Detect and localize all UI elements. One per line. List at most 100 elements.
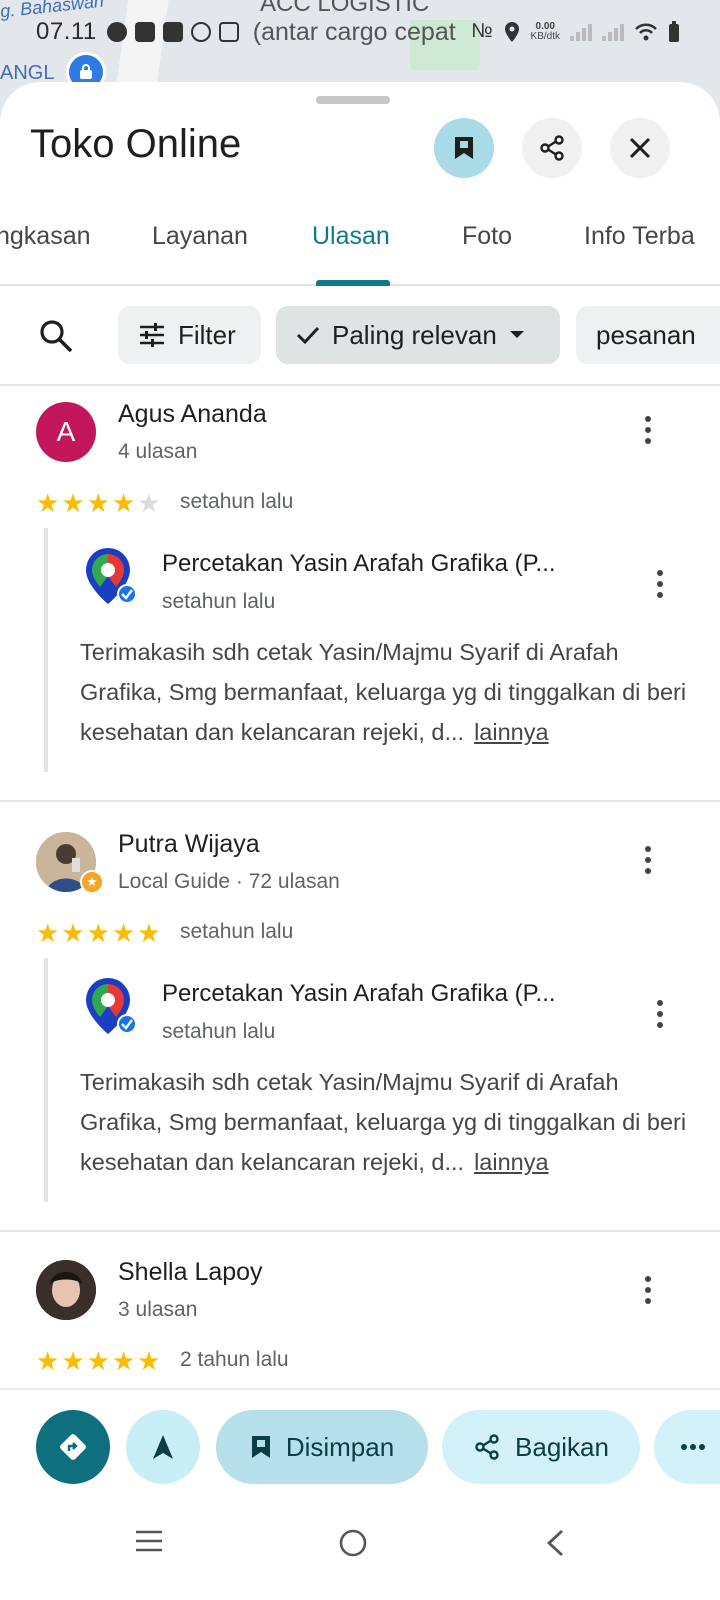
- review-item: ★ Putra Wijaya Local Guide · 72 ulasan ★…: [0, 802, 720, 1232]
- rating-stars: ★ ★ ★ ★ ★: [36, 490, 161, 516]
- notification-icons: [106, 22, 239, 42]
- place-title: Toko Online: [30, 122, 242, 166]
- review-filter-bar: Filter Paling relevan pesanan: [0, 286, 720, 386]
- filter-chip-label: Filter: [178, 319, 236, 350]
- start-navigation-button[interactable]: [126, 1410, 200, 1484]
- action-bar: Disimpan Bagikan: [0, 1388, 720, 1502]
- star-icon: ★: [61, 1346, 85, 1376]
- star-icon: ★: [36, 918, 60, 948]
- place-sheet: Toko Online ngkasan Layanan Ulasan Foto …: [0, 82, 720, 1600]
- drag-handle[interactable]: [316, 96, 390, 104]
- bookmark-icon: [251, 1436, 270, 1458]
- owner-name[interactable]: Percetakan Yasin Arafah Grafika (P...: [162, 980, 556, 1008]
- review-more-options-icon[interactable]: [636, 1272, 660, 1308]
- reply-body: Terimakasih sdh cetak Yasin/Majmu Syarif…: [80, 639, 687, 745]
- mail-icon: [134, 22, 155, 42]
- star-icon: ★: [86, 1346, 110, 1376]
- more-horizontal-icon: [681, 1444, 705, 1450]
- directions-icon: [60, 1434, 86, 1460]
- star-icon: ★: [111, 918, 136, 948]
- reviewer-meta: 4 ulasan: [118, 440, 198, 463]
- local-guide-badge-icon: ★: [80, 870, 104, 894]
- close-icon: [629, 137, 651, 159]
- tune-icon: [140, 323, 164, 347]
- check-icon: [296, 326, 320, 345]
- owner-reply-time: setahun lalu: [162, 1020, 276, 1043]
- avatar[interactable]: [36, 1260, 96, 1320]
- reviewer-meta: 3 ulasan: [118, 1298, 198, 1321]
- share-action-label: Bagikan: [515, 1431, 609, 1462]
- home-button[interactable]: [338, 1528, 368, 1563]
- reviewer-name[interactable]: Putra Wijaya: [118, 830, 260, 859]
- share-action-button[interactable]: Bagikan: [442, 1410, 640, 1484]
- owner-name[interactable]: Percetakan Yasin Arafah Grafika (P...: [162, 550, 556, 578]
- location-icon: [504, 21, 519, 42]
- save-button[interactable]: [434, 118, 494, 178]
- sort-dropdown[interactable]: Paling relevan: [276, 306, 560, 364]
- bookmark-icon: [455, 137, 473, 159]
- status-right-icons: № 0.00 KB/dtk: [471, 20, 680, 43]
- signal-icon-2: [602, 23, 624, 41]
- map-overlay-text: (antar cargo cepat: [252, 17, 456, 46]
- search-reviews-button[interactable]: [38, 318, 74, 359]
- filter-chip[interactable]: Filter: [118, 306, 261, 364]
- reviewer-name[interactable]: Agus Ananda: [118, 400, 267, 429]
- star-icon: ★: [111, 488, 136, 518]
- reviewer-name[interactable]: Shella Lapoy: [118, 1258, 263, 1287]
- keyword-chip-pesanan[interactable]: pesanan: [576, 306, 720, 364]
- business-logo-icon: [82, 546, 138, 606]
- tab-ringkasan[interactable]: ngkasan: [0, 222, 91, 251]
- review-more-options-icon[interactable]: [636, 842, 660, 878]
- close-button[interactable]: [610, 118, 670, 178]
- share-icon: [540, 135, 564, 161]
- screenshot-icon: [218, 22, 239, 42]
- review-item: A Agus Ananda 4 ulasan ★ ★ ★ ★ ★ setahun lal…: [0, 388, 720, 802]
- owner-reply: Percetakan Yasin Arafah Grafika (P... se…: [44, 528, 686, 772]
- read-more-link[interactable]: lainnya: [474, 1149, 548, 1175]
- saved-button-label: Disimpan: [285, 1431, 395, 1462]
- reply-text: Terimakasih sdh cetak Yasin/Majmu Syarif…: [80, 632, 690, 752]
- star-icon: ★: [137, 918, 161, 948]
- more-actions-button[interactable]: [654, 1410, 720, 1484]
- star-empty-icon: ★: [137, 488, 161, 518]
- network-speed-unit: KB/dtk: [530, 30, 560, 42]
- tab-layanan[interactable]: Layanan: [152, 222, 248, 251]
- menu-icon: [136, 1530, 162, 1552]
- avatar[interactable]: A: [36, 402, 96, 462]
- keyword-chip-label: pesanan: [596, 319, 696, 350]
- star-icon: ★: [111, 1346, 136, 1376]
- star-icon: ★: [61, 488, 85, 518]
- signal-icon: [570, 23, 592, 41]
- status-bar: 07.11 (antar cargo cepat № 0.00 KB/dtk: [0, 14, 720, 50]
- directions-button[interactable]: [36, 1410, 110, 1484]
- reply-body: Terimakasih sdh cetak Yasin/Majmu Syarif…: [80, 1069, 687, 1175]
- status-time: 07.11: [36, 18, 97, 45]
- share-button[interactable]: [522, 118, 582, 178]
- tab-ulasan[interactable]: Ulasan: [312, 222, 390, 251]
- dropdown-arrow-icon: [509, 331, 524, 338]
- rating-stars: ★ ★ ★ ★ ★: [36, 1348, 161, 1374]
- star-icon: ★: [86, 918, 110, 948]
- rating-stars: ★ ★ ★ ★ ★: [36, 920, 161, 946]
- review-time: 2 tahun lalu: [180, 1348, 289, 1371]
- app-icon: [162, 22, 183, 42]
- reply-more-options-icon[interactable]: [648, 566, 672, 602]
- back-button[interactable]: [544, 1528, 566, 1563]
- tab-foto[interactable]: Foto: [462, 222, 512, 251]
- navigation-arrow-icon: [153, 1435, 173, 1459]
- saved-button[interactable]: Disimpan: [216, 1410, 428, 1484]
- read-more-link[interactable]: lainnya: [474, 719, 548, 745]
- back-chevron-icon: [546, 1529, 563, 1557]
- review-time: setahun lalu: [180, 920, 294, 943]
- review-more-options-icon[interactable]: [636, 412, 660, 448]
- review-item: Shella Lapoy 3 ulasan ★ ★ ★ ★ ★ 2 tahun lalu: [0, 1232, 720, 1392]
- star-icon: ★: [36, 488, 60, 518]
- reply-more-options-icon[interactable]: [648, 996, 672, 1032]
- owner-reply: Percetakan Yasin Arafah Grafika (P... se…: [44, 958, 687, 1202]
- recent-apps-button[interactable]: [134, 1528, 164, 1559]
- tab-info-terbaru[interactable]: Info Terba: [584, 222, 695, 251]
- star-icon: ★: [86, 488, 110, 518]
- network-speed-value: 0.00: [535, 20, 555, 32]
- star-icon: ★: [36, 1346, 60, 1376]
- chatgpt-icon: [190, 22, 211, 42]
